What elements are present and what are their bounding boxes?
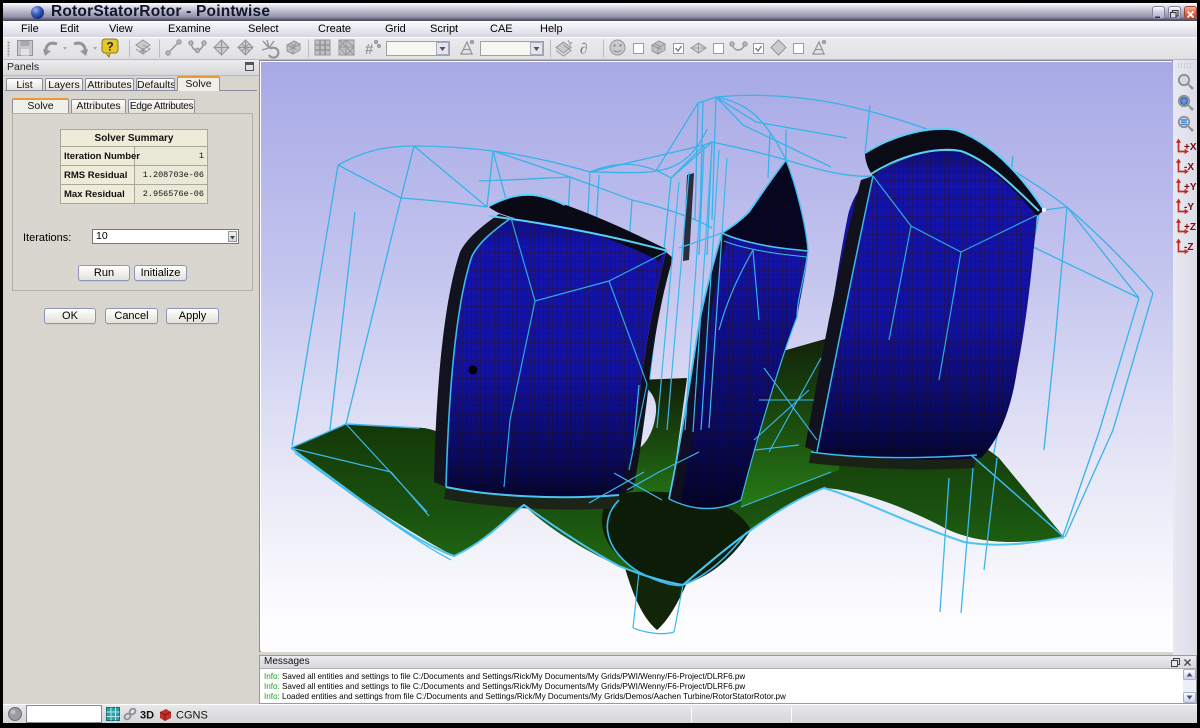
svg-text:+Y: +Y bbox=[1184, 182, 1197, 193]
svg-text:-Y: -Y bbox=[1184, 202, 1194, 213]
svg-text:+X: +X bbox=[1184, 142, 1197, 153]
svg-text:3D: 3D bbox=[140, 710, 154, 722]
svg-text:∂: ∂ bbox=[580, 42, 587, 58]
svg-text:CGNS: CGNS bbox=[176, 710, 208, 722]
svg-text:#: # bbox=[365, 41, 374, 58]
svg-text:+Z: +Z bbox=[1184, 222, 1196, 233]
svg-text:-Z: -Z bbox=[1184, 242, 1193, 253]
svg-text:?: ? bbox=[106, 40, 113, 54]
svg-text:-X: -X bbox=[1184, 162, 1194, 173]
